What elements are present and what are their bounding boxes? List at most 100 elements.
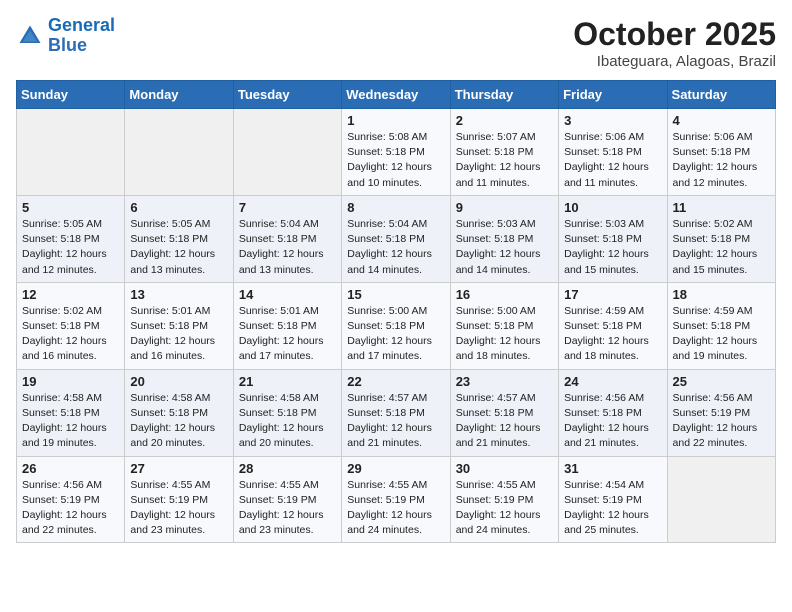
day-info: Sunrise: 5:06 AM Sunset: 5:18 PM Dayligh… <box>564 130 661 191</box>
day-info: Sunrise: 5:05 AM Sunset: 5:18 PM Dayligh… <box>22 217 119 278</box>
day-info: Sunrise: 5:07 AM Sunset: 5:18 PM Dayligh… <box>456 130 553 191</box>
calendar-week-row: 1 Sunrise: 5:08 AM Sunset: 5:18 PM Daylig… <box>17 109 776 196</box>
calendar-cell: 15 Sunrise: 5:00 AM Sunset: 5:18 PM Dayli… <box>342 282 450 369</box>
day-number: 22 <box>347 374 444 389</box>
day-number: 9 <box>456 200 553 215</box>
day-info: Sunrise: 4:57 AM Sunset: 5:18 PM Dayligh… <box>347 391 444 452</box>
calendar-table: SundayMondayTuesdayWednesdayThursdayFrid… <box>16 80 776 543</box>
calendar-week-row: 19 Sunrise: 4:58 AM Sunset: 5:18 PM Dayli… <box>17 369 776 456</box>
calendar-cell: 17Sunrise: 4:59 AM Sunset: 5:18 PM Dayli… <box>559 282 667 369</box>
calendar-cell: 1 Sunrise: 5:08 AM Sunset: 5:18 PM Daylig… <box>342 109 450 196</box>
day-info: Sunrise: 4:56 AM Sunset: 5:19 PM Dayligh… <box>22 478 119 539</box>
day-number: 19 <box>22 374 119 389</box>
day-number: 26 <box>22 461 119 476</box>
calendar-cell: 11Sunrise: 5:02 AM Sunset: 5:18 PM Dayli… <box>667 195 775 282</box>
day-info: Sunrise: 5:00 AM Sunset: 5:18 PM Dayligh… <box>347 304 444 365</box>
calendar-cell: 9 Sunrise: 5:03 AM Sunset: 5:18 PM Daylig… <box>450 195 558 282</box>
day-info: Sunrise: 5:01 AM Sunset: 5:18 PM Dayligh… <box>239 304 336 365</box>
day-info: Sunrise: 4:55 AM Sunset: 5:19 PM Dayligh… <box>239 478 336 539</box>
month-year-title: October 2025 <box>573 16 776 53</box>
calendar-cell: 7 Sunrise: 5:04 AM Sunset: 5:18 PM Daylig… <box>233 195 341 282</box>
day-number: 4 <box>673 113 770 128</box>
day-number: 5 <box>22 200 119 215</box>
calendar-cell: 18Sunrise: 4:59 AM Sunset: 5:18 PM Dayli… <box>667 282 775 369</box>
day-info: Sunrise: 5:00 AM Sunset: 5:18 PM Dayligh… <box>456 304 553 365</box>
calendar-cell: 16Sunrise: 5:00 AM Sunset: 5:18 PM Dayli… <box>450 282 558 369</box>
calendar-cell <box>667 456 775 543</box>
day-number: 6 <box>130 200 227 215</box>
day-number: 11 <box>673 200 770 215</box>
calendar-cell: 24 Sunrise: 4:56 AM Sunset: 5:18 PM Dayli… <box>559 369 667 456</box>
day-info: Sunrise: 4:57 AM Sunset: 5:18 PM Dayligh… <box>456 391 553 452</box>
day-info: Sunrise: 4:56 AM Sunset: 5:19 PM Dayligh… <box>673 391 770 452</box>
calendar-col-header: Monday <box>125 81 233 109</box>
day-info: Sunrise: 5:03 AM Sunset: 5:18 PM Dayligh… <box>564 217 661 278</box>
day-info: Sunrise: 4:58 AM Sunset: 5:18 PM Dayligh… <box>239 391 336 452</box>
page-header: General Blue October 2025 Ibateguara, Al… <box>16 16 776 70</box>
calendar-cell: 25 Sunrise: 4:56 AM Sunset: 5:19 PM Dayli… <box>667 369 775 456</box>
day-number: 1 <box>347 113 444 128</box>
day-number: 21 <box>239 374 336 389</box>
day-info: Sunrise: 5:04 AM Sunset: 5:18 PM Dayligh… <box>239 217 336 278</box>
day-number: 29 <box>347 461 444 476</box>
logo: General Blue <box>16 16 115 56</box>
calendar-body: 1 Sunrise: 5:08 AM Sunset: 5:18 PM Daylig… <box>17 109 776 543</box>
calendar-cell: 12Sunrise: 5:02 AM Sunset: 5:18 PM Dayli… <box>17 282 125 369</box>
calendar-cell <box>17 109 125 196</box>
day-info: Sunrise: 4:59 AM Sunset: 5:18 PM Dayligh… <box>564 304 661 365</box>
day-number: 28 <box>239 461 336 476</box>
day-number: 13 <box>130 287 227 302</box>
calendar-cell: 28 Sunrise: 4:55 AM Sunset: 5:19 PM Dayli… <box>233 456 341 543</box>
day-number: 31 <box>564 461 661 476</box>
calendar-cell: 20Sunrise: 4:58 AM Sunset: 5:18 PM Dayli… <box>125 369 233 456</box>
day-number: 27 <box>130 461 227 476</box>
day-info: Sunrise: 5:01 AM Sunset: 5:18 PM Dayligh… <box>130 304 227 365</box>
calendar-cell: 10 Sunrise: 5:03 AM Sunset: 5:18 PM Dayli… <box>559 195 667 282</box>
calendar-cell: 2 Sunrise: 5:07 AM Sunset: 5:18 PM Daylig… <box>450 109 558 196</box>
day-number: 24 <box>564 374 661 389</box>
day-info: Sunrise: 4:56 AM Sunset: 5:18 PM Dayligh… <box>564 391 661 452</box>
day-number: 7 <box>239 200 336 215</box>
day-number: 23 <box>456 374 553 389</box>
calendar-col-header: Friday <box>559 81 667 109</box>
calendar-col-header: Thursday <box>450 81 558 109</box>
day-info: Sunrise: 4:55 AM Sunset: 5:19 PM Dayligh… <box>456 478 553 539</box>
calendar-cell: 3Sunrise: 5:06 AM Sunset: 5:18 PM Daylig… <box>559 109 667 196</box>
day-number: 10 <box>564 200 661 215</box>
calendar-cell: 23 Sunrise: 4:57 AM Sunset: 5:18 PM Dayli… <box>450 369 558 456</box>
day-info: Sunrise: 4:58 AM Sunset: 5:18 PM Dayligh… <box>130 391 227 452</box>
day-info: Sunrise: 4:55 AM Sunset: 5:19 PM Dayligh… <box>130 478 227 539</box>
calendar-week-row: 5 Sunrise: 5:05 AM Sunset: 5:18 PM Daylig… <box>17 195 776 282</box>
day-number: 8 <box>347 200 444 215</box>
calendar-week-row: 26 Sunrise: 4:56 AM Sunset: 5:19 PM Dayli… <box>17 456 776 543</box>
day-info: Sunrise: 5:05 AM Sunset: 5:18 PM Dayligh… <box>130 217 227 278</box>
day-info: Sunrise: 4:55 AM Sunset: 5:19 PM Dayligh… <box>347 478 444 539</box>
day-number: 2 <box>456 113 553 128</box>
calendar-cell: 27 Sunrise: 4:55 AM Sunset: 5:19 PM Dayli… <box>125 456 233 543</box>
calendar-week-row: 12Sunrise: 5:02 AM Sunset: 5:18 PM Dayli… <box>17 282 776 369</box>
calendar-header-row: SundayMondayTuesdayWednesdayThursdayFrid… <box>17 81 776 109</box>
calendar-cell <box>233 109 341 196</box>
location-subtitle: Ibateguara, Alagoas, Brazil <box>573 53 776 70</box>
day-number: 30 <box>456 461 553 476</box>
calendar-col-header: Sunday <box>17 81 125 109</box>
title-area: October 2025 Ibateguara, Alagoas, Brazil <box>573 16 776 70</box>
logo-icon <box>16 22 44 50</box>
calendar-cell: 13 Sunrise: 5:01 AM Sunset: 5:18 PM Dayli… <box>125 282 233 369</box>
calendar-cell: 8 Sunrise: 5:04 AM Sunset: 5:18 PM Daylig… <box>342 195 450 282</box>
calendar-col-header: Saturday <box>667 81 775 109</box>
day-number: 15 <box>347 287 444 302</box>
day-info: Sunrise: 5:04 AM Sunset: 5:18 PM Dayligh… <box>347 217 444 278</box>
calendar-cell: 29 Sunrise: 4:55 AM Sunset: 5:19 PM Dayli… <box>342 456 450 543</box>
calendar-col-header: Tuesday <box>233 81 341 109</box>
calendar-cell: 21 Sunrise: 4:58 AM Sunset: 5:18 PM Dayli… <box>233 369 341 456</box>
day-info: Sunrise: 5:03 AM Sunset: 5:18 PM Dayligh… <box>456 217 553 278</box>
calendar-cell: 5 Sunrise: 5:05 AM Sunset: 5:18 PM Daylig… <box>17 195 125 282</box>
calendar-cell: 30 Sunrise: 4:55 AM Sunset: 5:19 PM Dayli… <box>450 456 558 543</box>
calendar-cell: 4 Sunrise: 5:06 AM Sunset: 5:18 PM Daylig… <box>667 109 775 196</box>
logo-text: General Blue <box>48 16 115 56</box>
day-number: 25 <box>673 374 770 389</box>
day-info: Sunrise: 5:08 AM Sunset: 5:18 PM Dayligh… <box>347 130 444 191</box>
day-info: Sunrise: 5:06 AM Sunset: 5:18 PM Dayligh… <box>673 130 770 191</box>
day-number: 12 <box>22 287 119 302</box>
